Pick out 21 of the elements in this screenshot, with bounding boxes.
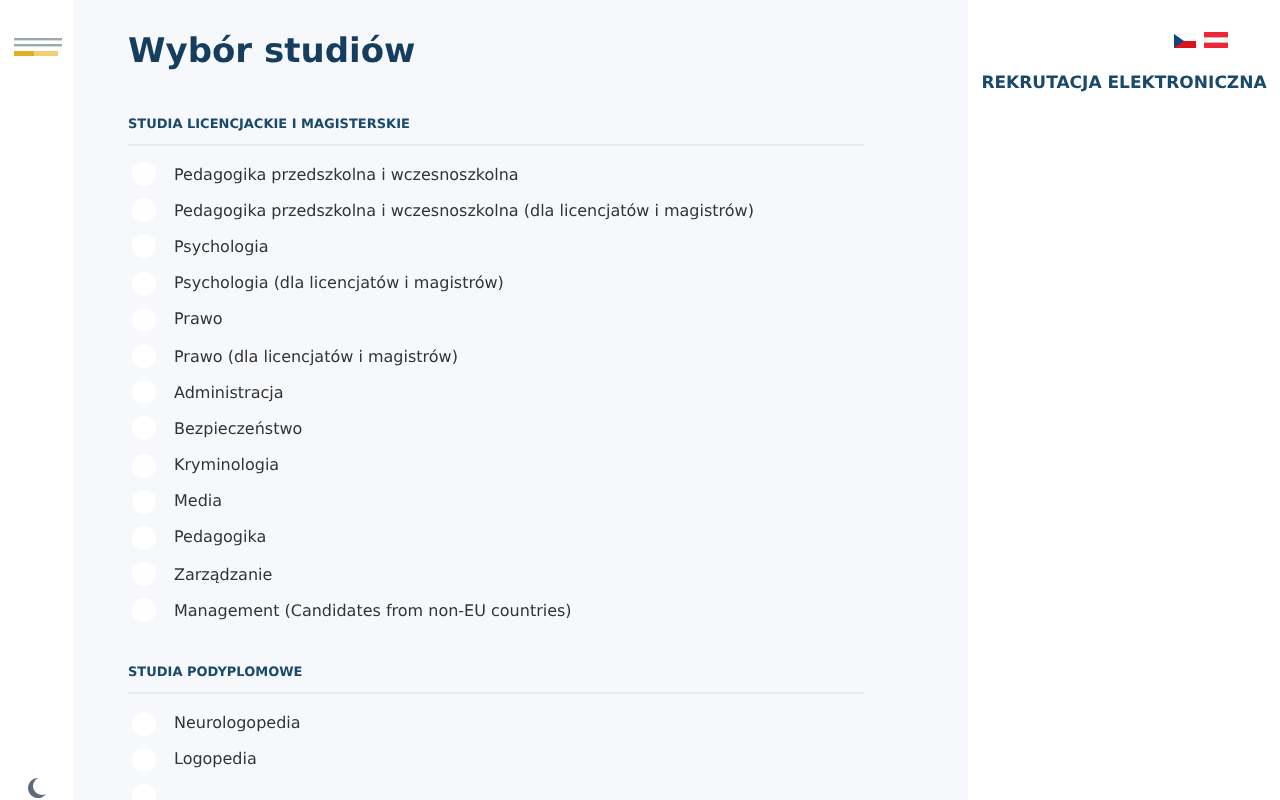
option-label: Management (Candidates from non-EU countries) [174,601,572,620]
logo-icon [14,38,62,58]
option-label: Media [174,492,223,511]
option-label: Administracja [174,383,284,402]
flag-icon[interactable] [1174,33,1196,47]
option-label: Bezpieczeństwo [174,419,303,438]
option-label: Neurologopedia [174,714,301,733]
option-label: Pedagogika [174,528,267,547]
option-label: Logopedia [174,750,257,769]
page-title: Wybór studiów [128,32,418,76]
option-label: Kryminologia [174,456,280,475]
option-label: Prawo (dla licencjatów i magistrów) [174,347,458,366]
option-label: Psychologia [174,237,269,256]
option-label: Prawo [174,310,223,329]
option-label: Pedagogika przedszkolna i wczesnoszkolna (dla licencjatów i magistrów) [174,201,754,220]
moon-icon[interactable] [24,776,48,800]
option-label: Zarządzanie [174,565,273,584]
sidebar-title: REKRUTACJA ELEKTRONICZNA [981,74,1267,94]
flag-icon[interactable] [1204,32,1228,48]
option-label: Psychologia (dla licencjatów i magistrów) [174,274,504,293]
option-label: Pedagogika przedszkolna i wczesnoszkolna [174,165,519,184]
